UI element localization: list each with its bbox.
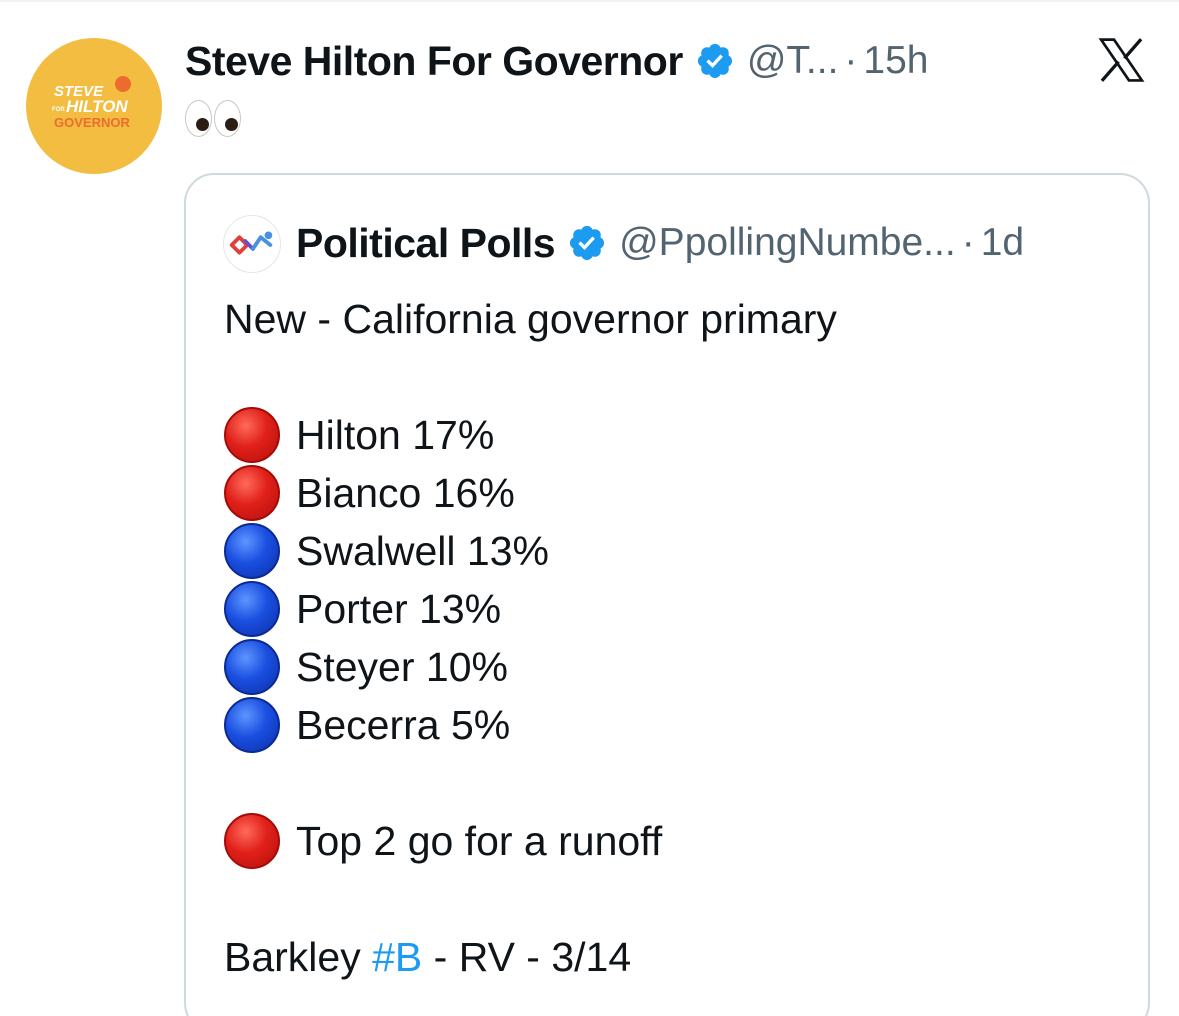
runoff-note: Top 2 go for a runoff bbox=[224, 812, 1124, 870]
hashtag-link[interactable]: #B bbox=[372, 934, 422, 981]
result-text: Hilton 17% bbox=[296, 411, 495, 458]
runoff-note-text: Top 2 go for a runoff bbox=[296, 817, 663, 864]
red-circle-icon bbox=[224, 813, 280, 869]
result-text: Steyer 10% bbox=[296, 643, 508, 690]
verified-badge-icon bbox=[697, 43, 732, 79]
divider bbox=[0, 0, 1179, 2]
timestamp[interactable]: 15h bbox=[863, 39, 928, 83]
steve-hilton-logo: STEVE FOR HILTON GOVERNOR bbox=[52, 76, 131, 130]
result-text: Becerra 5% bbox=[296, 701, 511, 748]
result-row: Swalwell 13% bbox=[224, 522, 1124, 580]
tweet-text bbox=[185, 96, 241, 140]
separator-dot: · bbox=[961, 221, 975, 264]
result-text: Bianco 16% bbox=[296, 469, 515, 516]
quoted-author-name[interactable]: Political Polls bbox=[296, 220, 556, 267]
result-row: Porter 13% bbox=[224, 580, 1124, 638]
result-row: Becerra 5% bbox=[224, 696, 1124, 754]
blue-circle-icon bbox=[224, 697, 280, 753]
blue-circle-icon bbox=[224, 581, 280, 637]
quoted-author-avatar[interactable] bbox=[223, 215, 281, 273]
quoted-tweet-header: Political Polls @PpollingNumbe... · 1d bbox=[296, 216, 1024, 270]
author-handle[interactable]: @T... bbox=[747, 39, 839, 83]
eyes-icon bbox=[185, 99, 241, 137]
tweet-header: Steve Hilton For Governor @T... · 15h bbox=[185, 34, 929, 88]
svg-text:FOR: FOR bbox=[52, 107, 65, 113]
blue-circle-icon bbox=[224, 639, 280, 695]
separator-dot: · bbox=[844, 39, 858, 82]
result-row: Bianco 16% bbox=[224, 464, 1124, 522]
author-name[interactable]: Steve Hilton For Governor bbox=[185, 38, 683, 85]
x-logo-icon bbox=[1098, 38, 1145, 82]
source-line: Barkley #B - RV - 3/14 bbox=[224, 928, 1124, 986]
quoted-author-handle[interactable]: @PpollingNumbe... bbox=[619, 221, 956, 265]
red-circle-icon bbox=[224, 465, 280, 521]
svg-text:GOVERNOR: GOVERNOR bbox=[54, 115, 130, 130]
source-prefix: Barkley bbox=[224, 933, 373, 980]
blue-circle-icon bbox=[224, 523, 280, 579]
result-row: Steyer 10% bbox=[224, 638, 1124, 696]
result-text: Porter 13% bbox=[296, 585, 502, 632]
result-text: Swalwell 13% bbox=[296, 527, 549, 574]
tweet-screenshot: STEVE FOR HILTON GOVERNOR Steve Hilton F… bbox=[0, 0, 1179, 1016]
headline-text: New - California governor primary bbox=[224, 295, 837, 342]
political-polls-logo bbox=[229, 231, 273, 255]
author-avatar[interactable]: STEVE FOR HILTON GOVERNOR bbox=[26, 38, 162, 174]
source-suffix: - RV - 3/14 bbox=[422, 933, 632, 980]
verified-badge-icon bbox=[570, 225, 605, 261]
result-row: Hilton 17% bbox=[224, 406, 1124, 464]
svg-text:HILTON: HILTON bbox=[66, 97, 128, 116]
quoted-timestamp[interactable]: 1d bbox=[981, 221, 1024, 265]
quoted-tweet-body: New - California governor primary Hilton… bbox=[224, 290, 1124, 986]
headline: New - California governor primary bbox=[224, 290, 1124, 348]
red-circle-icon bbox=[224, 407, 280, 463]
